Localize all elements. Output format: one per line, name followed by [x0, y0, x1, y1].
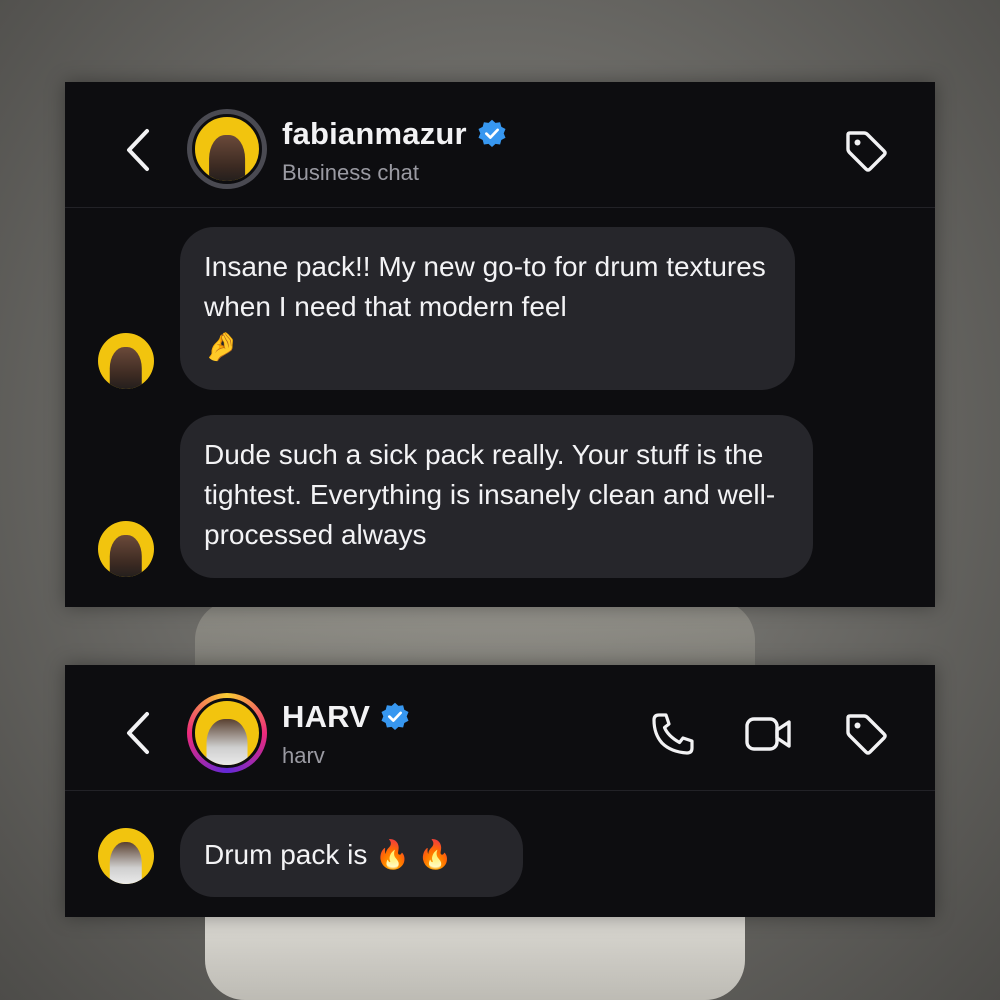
chat-username[interactable]: HARV	[282, 699, 370, 735]
chevron-left-icon	[127, 129, 149, 171]
profile-avatar[interactable]	[187, 109, 267, 189]
chat-panel-fabianmazur: fabianmazur Business chat Insane pack!! …	[65, 82, 935, 607]
tag-button[interactable]	[840, 125, 892, 177]
sender-avatar[interactable]	[98, 521, 154, 577]
verified-badge-icon	[478, 119, 506, 148]
back-button[interactable]	[120, 127, 156, 173]
chat-panel-harv: HARV harv Drum pack is 🔥 🔥	[65, 665, 935, 917]
call-button[interactable]	[647, 708, 699, 760]
chat-subtitle: harv	[282, 743, 325, 768]
back-button[interactable]	[120, 710, 156, 756]
phone-icon	[652, 713, 694, 755]
sender-avatar[interactable]	[98, 828, 154, 884]
video-call-button[interactable]	[743, 708, 795, 760]
pinched-fingers-emoji: 🤌	[204, 330, 239, 363]
message-text: Insane pack!! My new go-to for drum text…	[204, 251, 766, 322]
video-camera-icon	[745, 717, 791, 751]
chat-username[interactable]: fabianmazur	[282, 116, 467, 152]
verified-badge-icon	[381, 702, 409, 731]
sender-avatar[interactable]	[98, 333, 154, 389]
message-text: Drum pack is 🔥 🔥	[204, 839, 453, 870]
background-shape	[205, 905, 745, 1000]
tag-icon	[846, 714, 887, 755]
message-bubble[interactable]: Insane pack!! My new go-to for drum text…	[180, 227, 795, 390]
message-text: Dude such a sick pack really. Your stuff…	[204, 439, 776, 550]
message-bubble[interactable]: Dude such a sick pack really. Your stuff…	[180, 415, 813, 578]
tag-button[interactable]	[840, 708, 892, 760]
tag-icon	[846, 131, 887, 172]
title-row: HARV	[282, 699, 410, 735]
chevron-left-icon	[127, 712, 149, 754]
title-row: fabianmazur	[282, 116, 507, 152]
chat-subtitle: Business chat	[282, 160, 419, 185]
message-bubble[interactable]: Drum pack is 🔥 🔥	[180, 815, 523, 897]
chat-header: HARV harv	[65, 665, 935, 791]
profile-avatar[interactable]	[187, 693, 267, 773]
chat-header: fabianmazur Business chat	[65, 82, 935, 208]
